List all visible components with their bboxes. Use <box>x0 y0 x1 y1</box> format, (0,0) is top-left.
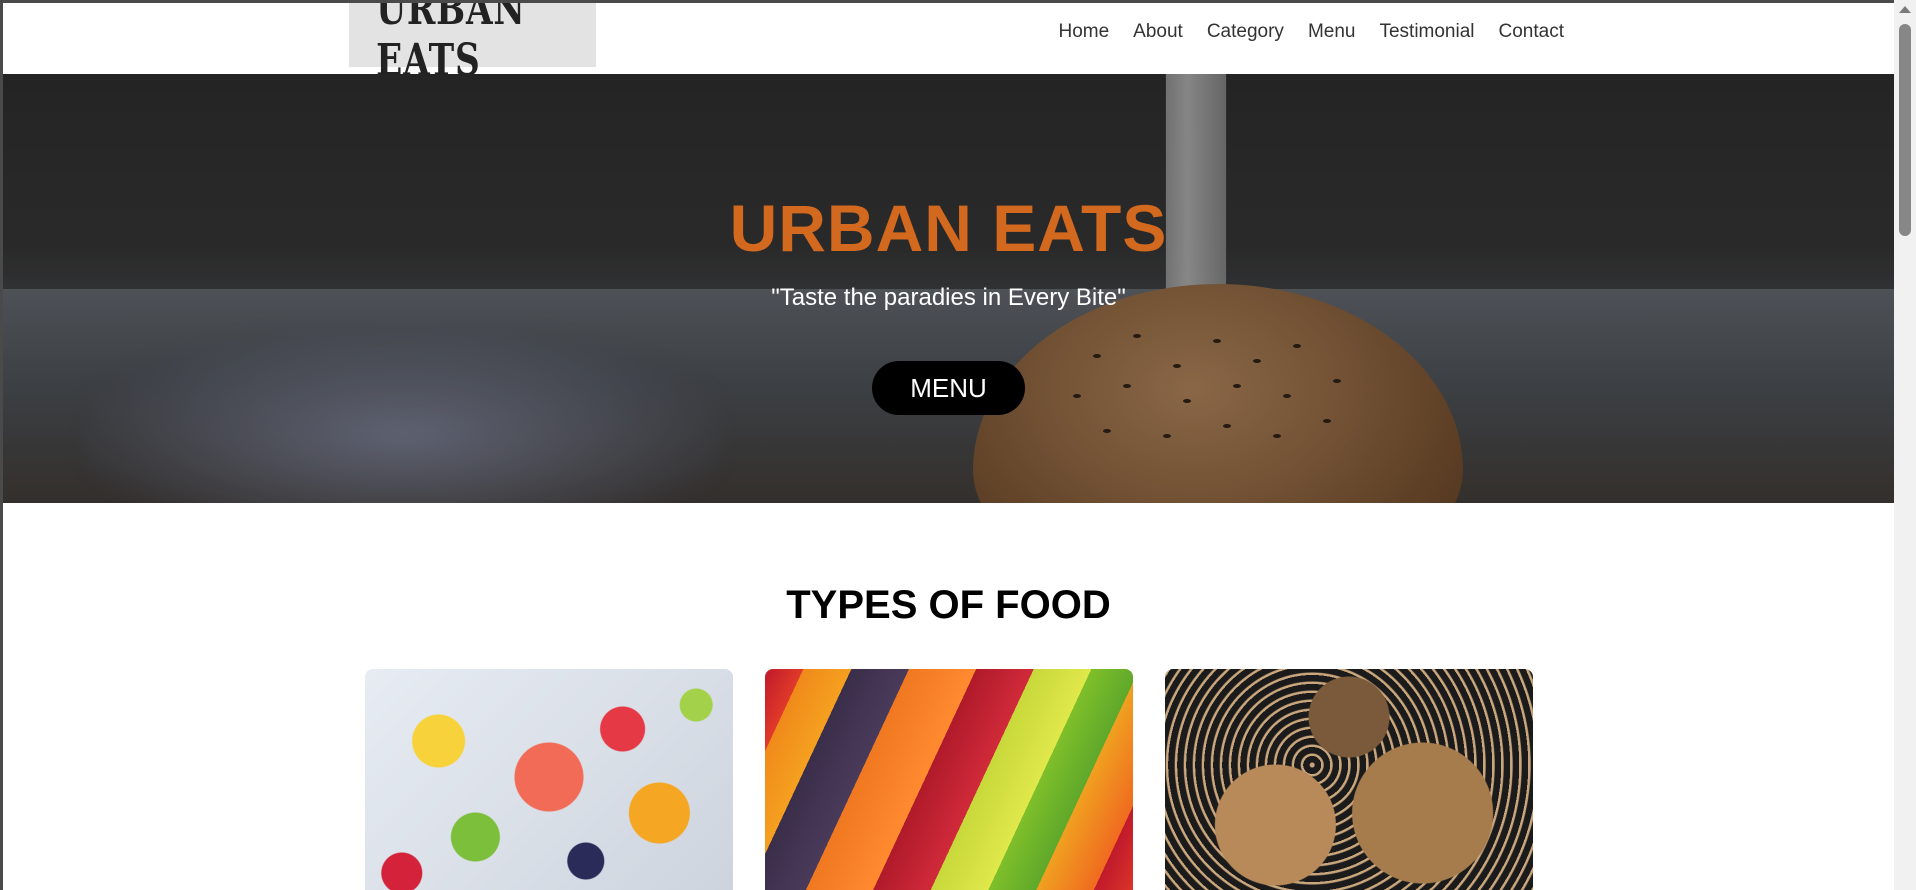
site-header: URBAN EATS Home About Category Menu Test… <box>3 3 1894 86</box>
hero-banner: URBAN EATS "Taste the paradies in Every … <box>3 74 1894 503</box>
browser-viewport: URBAN EATS Home About Category Menu Test… <box>0 0 1916 890</box>
nav-category[interactable]: Category <box>1207 21 1284 43</box>
hero-title: URBAN EATS <box>729 191 1168 265</box>
nav-testimonial[interactable]: Testimonial <box>1379 21 1474 43</box>
food-card-fruits[interactable] <box>365 669 733 890</box>
nav-about[interactable]: About <box>1133 21 1183 43</box>
vertical-scrollbar[interactable] <box>1894 0 1916 890</box>
food-card-grains[interactable] <box>1165 669 1533 890</box>
scrollbar-thumb[interactable] <box>1899 24 1911 236</box>
nav-home[interactable]: Home <box>1058 21 1109 43</box>
types-of-food-title: TYPES OF FOOD <box>786 583 1111 627</box>
nav-contact[interactable]: Contact <box>1499 21 1564 43</box>
page-frame: URBAN EATS Home About Category Menu Test… <box>3 3 1894 890</box>
scroll-up-arrow-icon[interactable] <box>1899 6 1911 13</box>
main-nav: Home About Category Menu Testimonial Con… <box>1058 21 1564 43</box>
hero-tagline: "Taste the paradies in Every Bite" <box>771 284 1126 311</box>
nav-menu[interactable]: Menu <box>1308 21 1356 43</box>
food-card-vegetables[interactable] <box>765 669 1133 890</box>
site-logo[interactable]: URBAN EATS <box>349 3 596 86</box>
menu-button[interactable]: MENU <box>872 361 1025 415</box>
